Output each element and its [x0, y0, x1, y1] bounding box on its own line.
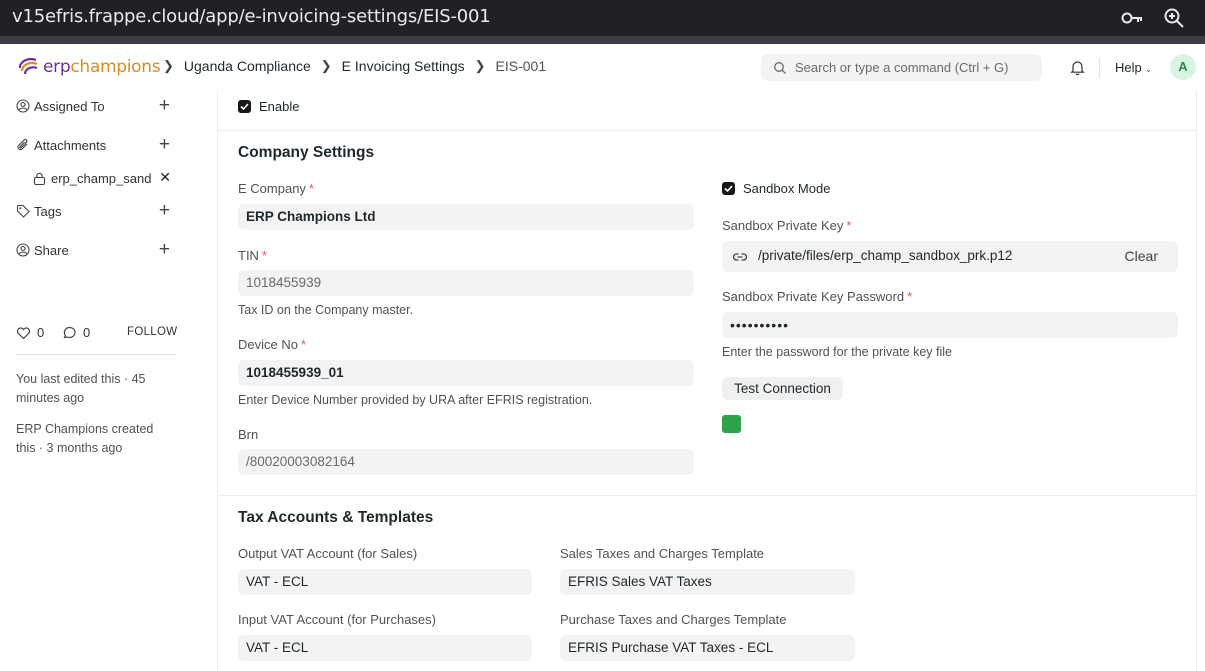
- enable-label: Enable: [259, 99, 300, 114]
- sidebar-label: Share: [34, 242, 69, 258]
- purchase-template-field[interactable]: EFRIS Purchase VAT Taxes - ECL: [560, 635, 855, 661]
- tin-description: Tax ID on the Company master.: [238, 303, 414, 317]
- breadcrumb: ❯ Uganda Compliance ❯ E Invoicing Settin…: [160, 58, 546, 74]
- browser-strip: [0, 36, 1205, 44]
- plus-icon[interactable]: +: [159, 135, 170, 154]
- logo-text: erpchampions: [43, 57, 161, 77]
- attachment-name[interactable]: erp_champ_sand: [51, 171, 151, 186]
- activity-created: ERP Champions created this · 3 months ag…: [16, 422, 154, 455]
- device-no-description: Enter Device Number provided by URA afte…: [238, 393, 593, 407]
- purchase-template-label: Purchase Taxes and Charges Template: [560, 612, 787, 627]
- heart-icon[interactable]: [16, 326, 31, 340]
- sandbox-key-attachment[interactable]: /private/files/erp_champ_sandbox_prk.p12…: [722, 241, 1178, 272]
- enable-checkbox[interactable]: [238, 100, 251, 113]
- breadcrumb-eis-001[interactable]: EIS-001: [496, 58, 547, 74]
- check-icon: [240, 103, 249, 111]
- link-icon: [732, 253, 748, 261]
- activity-last-edit: You last edited this · 45 minutes ago: [16, 372, 146, 405]
- output-vat-field[interactable]: VAT - ECL: [238, 569, 532, 595]
- paperclip-icon: [17, 139, 28, 151]
- logo-swoosh-icon: [18, 58, 38, 75]
- sidebar-attachments[interactable]: Attachments +: [16, 135, 176, 155]
- bell-icon[interactable]: [1069, 59, 1086, 76]
- clear-button[interactable]: Clear: [1125, 248, 1158, 264]
- sandbox-password-description: Enter the password for the private key f…: [722, 345, 952, 359]
- nav-divider: [1099, 58, 1100, 78]
- comments-count: 0: [83, 325, 91, 340]
- sales-template-field[interactable]: EFRIS Sales VAT Taxes: [560, 569, 855, 595]
- browser-address-bar: v15efris.frappe.cloud/app/e-invoicing-se…: [0, 0, 1205, 36]
- connection-status-indicator: [722, 415, 741, 433]
- divider: [16, 354, 176, 355]
- plus-icon[interactable]: +: [159, 240, 170, 259]
- tag-icon: [16, 204, 30, 218]
- user-circle-icon: [16, 99, 30, 113]
- sidebar-label: Tags: [34, 203, 62, 219]
- brn-field[interactable]: /80020003082164: [238, 449, 694, 475]
- avatar[interactable]: A: [1170, 54, 1196, 80]
- sales-template-label: Sales Taxes and Charges Template: [560, 546, 765, 561]
- close-icon[interactable]: ✕: [159, 169, 171, 186]
- breadcrumb-e-invoicing-settings[interactable]: E Invoicing Settings: [342, 58, 465, 74]
- search-bar[interactable]: [761, 54, 1042, 81]
- zoom-icon[interactable]: [1162, 6, 1186, 30]
- section-title-tax-accounts: Tax Accounts & Templates: [238, 509, 434, 526]
- form-main: Enable Company Settings E Company * ERP C…: [217, 90, 1197, 671]
- test-connection-button[interactable]: Test Connection: [722, 377, 843, 400]
- sandbox-mode-checkbox[interactable]: [722, 182, 735, 195]
- input-vat-label: Input VAT Account (for Purchases): [238, 612, 436, 627]
- sandbox-password-label: Sandbox Private Key Password *: [722, 289, 913, 304]
- check-icon: [724, 185, 733, 193]
- share-user-icon: [16, 243, 30, 257]
- tin-field[interactable]: 1018455939: [238, 270, 694, 296]
- search-icon: [774, 62, 786, 74]
- sidebar-label: Attachments: [34, 137, 107, 153]
- input-vat-field[interactable]: VAT - ECL: [238, 635, 532, 661]
- sidebar-tags[interactable]: Tags +: [16, 201, 176, 221]
- plus-icon[interactable]: +: [159, 201, 170, 220]
- chevron-right-icon: ❯: [474, 58, 486, 73]
- plus-icon[interactable]: +: [159, 96, 170, 115]
- likes-comments-row: 0 0 FOLLOW: [16, 324, 177, 342]
- e-company-field[interactable]: ERP Champions Ltd: [238, 204, 694, 230]
- lock-icon: [33, 172, 46, 185]
- help-label: Help: [1115, 60, 1142, 75]
- sandbox-key-path[interactable]: /private/files/erp_champ_sandbox_prk.p12: [758, 248, 1012, 263]
- attachment-item[interactable]: erp_champ_sand ✕: [33, 168, 173, 188]
- e-company-label: E Company *: [238, 181, 314, 196]
- sidebar-label: Assigned To: [34, 98, 105, 114]
- search-input[interactable]: [795, 54, 1035, 81]
- app-logo[interactable]: erpchampions: [16, 54, 161, 80]
- follow-button[interactable]: FOLLOW: [127, 326, 177, 338]
- breadcrumb-uganda-compliance[interactable]: Uganda Compliance: [184, 58, 311, 74]
- form-sidebar: Assigned To + Attachments + erp_champ_sa…: [0, 90, 217, 671]
- brn-label: Brn: [238, 427, 259, 442]
- chevron-right-icon: ❯: [163, 58, 174, 73]
- chevron-right-icon: ❯: [320, 58, 332, 73]
- sidebar-assigned-to[interactable]: Assigned To +: [16, 96, 176, 116]
- browser-url[interactable]: v15efris.frappe.cloud/app/e-invoicing-se…: [12, 5, 491, 29]
- sandbox-key-label: Sandbox Private Key *: [722, 218, 852, 233]
- comment-icon[interactable]: [62, 326, 77, 340]
- sandbox-password-field[interactable]: ••••••••••: [722, 312, 1178, 338]
- section-divider: [218, 130, 1197, 131]
- chevron-down-icon: ⌄: [1144, 64, 1153, 74]
- sidebar-share[interactable]: Share +: [16, 240, 176, 260]
- key-icon[interactable]: [1120, 6, 1144, 30]
- section-divider: [218, 495, 1197, 496]
- navbar: erpchampions ❯ Uganda Compliance ❯ E Inv…: [0, 44, 1205, 90]
- help-dropdown[interactable]: Help ⌄: [1115, 60, 1152, 75]
- sandbox-mode-label: Sandbox Mode: [743, 181, 831, 196]
- output-vat-label: Output VAT Account (for Sales): [238, 546, 418, 561]
- section-title-company-settings: Company Settings: [238, 144, 375, 161]
- device-no-label: Device No *: [238, 337, 307, 352]
- likes-count: 0: [37, 325, 45, 340]
- tin-label: TIN *: [238, 248, 268, 263]
- device-no-field[interactable]: 1018455939_01: [238, 360, 694, 386]
